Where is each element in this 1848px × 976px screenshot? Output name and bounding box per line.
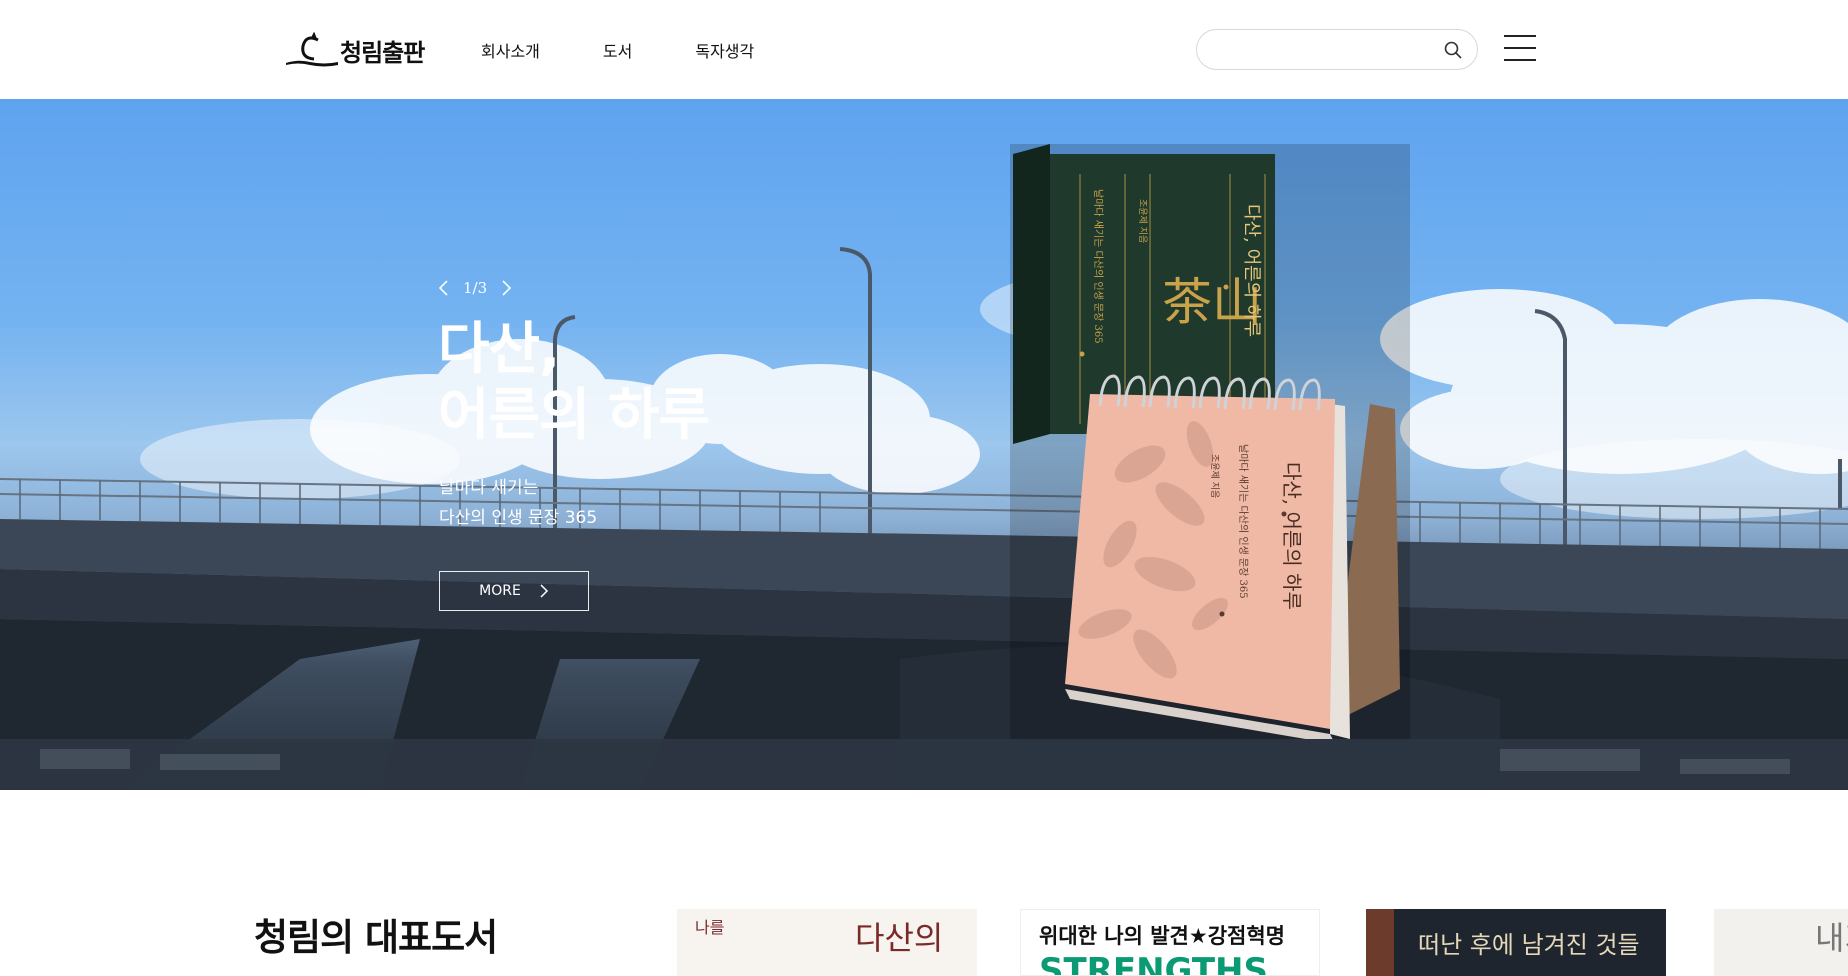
bridge-background [0, 247, 1848, 790]
nav-item-company[interactable]: 회사소개 [481, 38, 540, 62]
box-subtitle: 날마다 새기는 다산의 인생 문장 365 [1092, 189, 1104, 344]
chevron-right-icon [540, 584, 548, 598]
svg-text:나를: 나를 [695, 918, 724, 937]
menu-icon[interactable] [1504, 35, 1536, 61]
book-cover: 위대한 나의 발견★강점혁명 STRENGTHS [1039, 924, 1285, 976]
more-button-label: MORE [479, 583, 521, 599]
featured-book-card[interactable]: 나를 다산의 [677, 909, 977, 976]
nav-item-books[interactable]: 도서 [603, 38, 632, 62]
more-button[interactable]: MORE [439, 571, 589, 611]
featured-book-image[interactable]: 茶山 다산, 어른의 하루 날마다 새기는 다산의 인생 문장 365 조윤제 … [990, 144, 1420, 739]
book-cover: 떠난 후에 남겨진 것들 [1366, 909, 1640, 976]
slide-counter: 1/3 [463, 279, 488, 297]
chevron-left-icon[interactable] [437, 279, 451, 297]
featured-book-card[interactable]: 떠난 후에 남겨진 것들 [1366, 909, 1666, 976]
hero-subtitle-line1: 날마다 새기는 [439, 478, 539, 498]
logo-text: 청림출판 [340, 38, 425, 67]
search-box [1196, 29, 1478, 70]
chevron-right-icon[interactable] [499, 279, 513, 297]
svg-text:STRENGTHS: STRENGTHS [1039, 951, 1268, 976]
calendar-subtitle: 날마다 새기는 다산의 인생 문장 365 [1237, 444, 1249, 599]
hero-subtitle: 날마다 새기는 다산의 인생 문장 365 [439, 473, 597, 533]
box-author: 조윤제 지음 [1137, 199, 1148, 243]
book-cover: 내가 [1815, 919, 1848, 957]
logo-mark-icon [286, 32, 338, 67]
featured-section-title: 청림의 대표도서 [254, 916, 498, 959]
featured-book-card[interactable]: 내가 [1714, 909, 1848, 976]
search-icon[interactable] [1443, 40, 1463, 60]
svg-text:떠난 후에 남겨진 것들: 떠난 후에 남겨진 것들 [1418, 931, 1640, 959]
site-logo[interactable]: 청림출판 [284, 30, 425, 70]
svg-text:내가: 내가 [1815, 919, 1848, 957]
featured-book-card[interactable]: 위대한 나의 발견★강점혁명 STRENGTHS [1020, 909, 1320, 976]
calendar-author: 조윤제 지음 [1209, 454, 1220, 498]
hero-subtitle-line2: 다산의 인생 문장 365 [439, 508, 598, 528]
hero-title: 다산, 어른의 하루 [438, 317, 710, 449]
search-input[interactable] [1213, 38, 1433, 62]
slide-controls: 1/3 [437, 279, 513, 297]
nav-item-reader-thoughts[interactable]: 독자생각 [695, 38, 754, 62]
svg-text:다산의: 다산의 [855, 919, 943, 957]
hero-title-line2: 어른의 하루 [438, 383, 710, 448]
box-title: 다산, 어른의 하루 [1241, 204, 1262, 337]
svg-text:위대한 나의 발견★강점혁명: 위대한 나의 발견★강점혁명 [1039, 924, 1285, 948]
main-nav: 회사소개 도서 독자생각 [481, 38, 754, 62]
book-cover: 나를 다산의 [695, 918, 943, 957]
site-header: 청림출판 회사소개 도서 독자생각 [0, 0, 1848, 99]
hero-banner: 1/3 다산, 어른의 하루 날마다 새기는 다산의 인생 문장 365 MOR… [0, 99, 1848, 790]
hero-title-line1: 다산, [438, 317, 560, 382]
calendar-title: 다산, 어른의 하루 [1280, 462, 1304, 610]
